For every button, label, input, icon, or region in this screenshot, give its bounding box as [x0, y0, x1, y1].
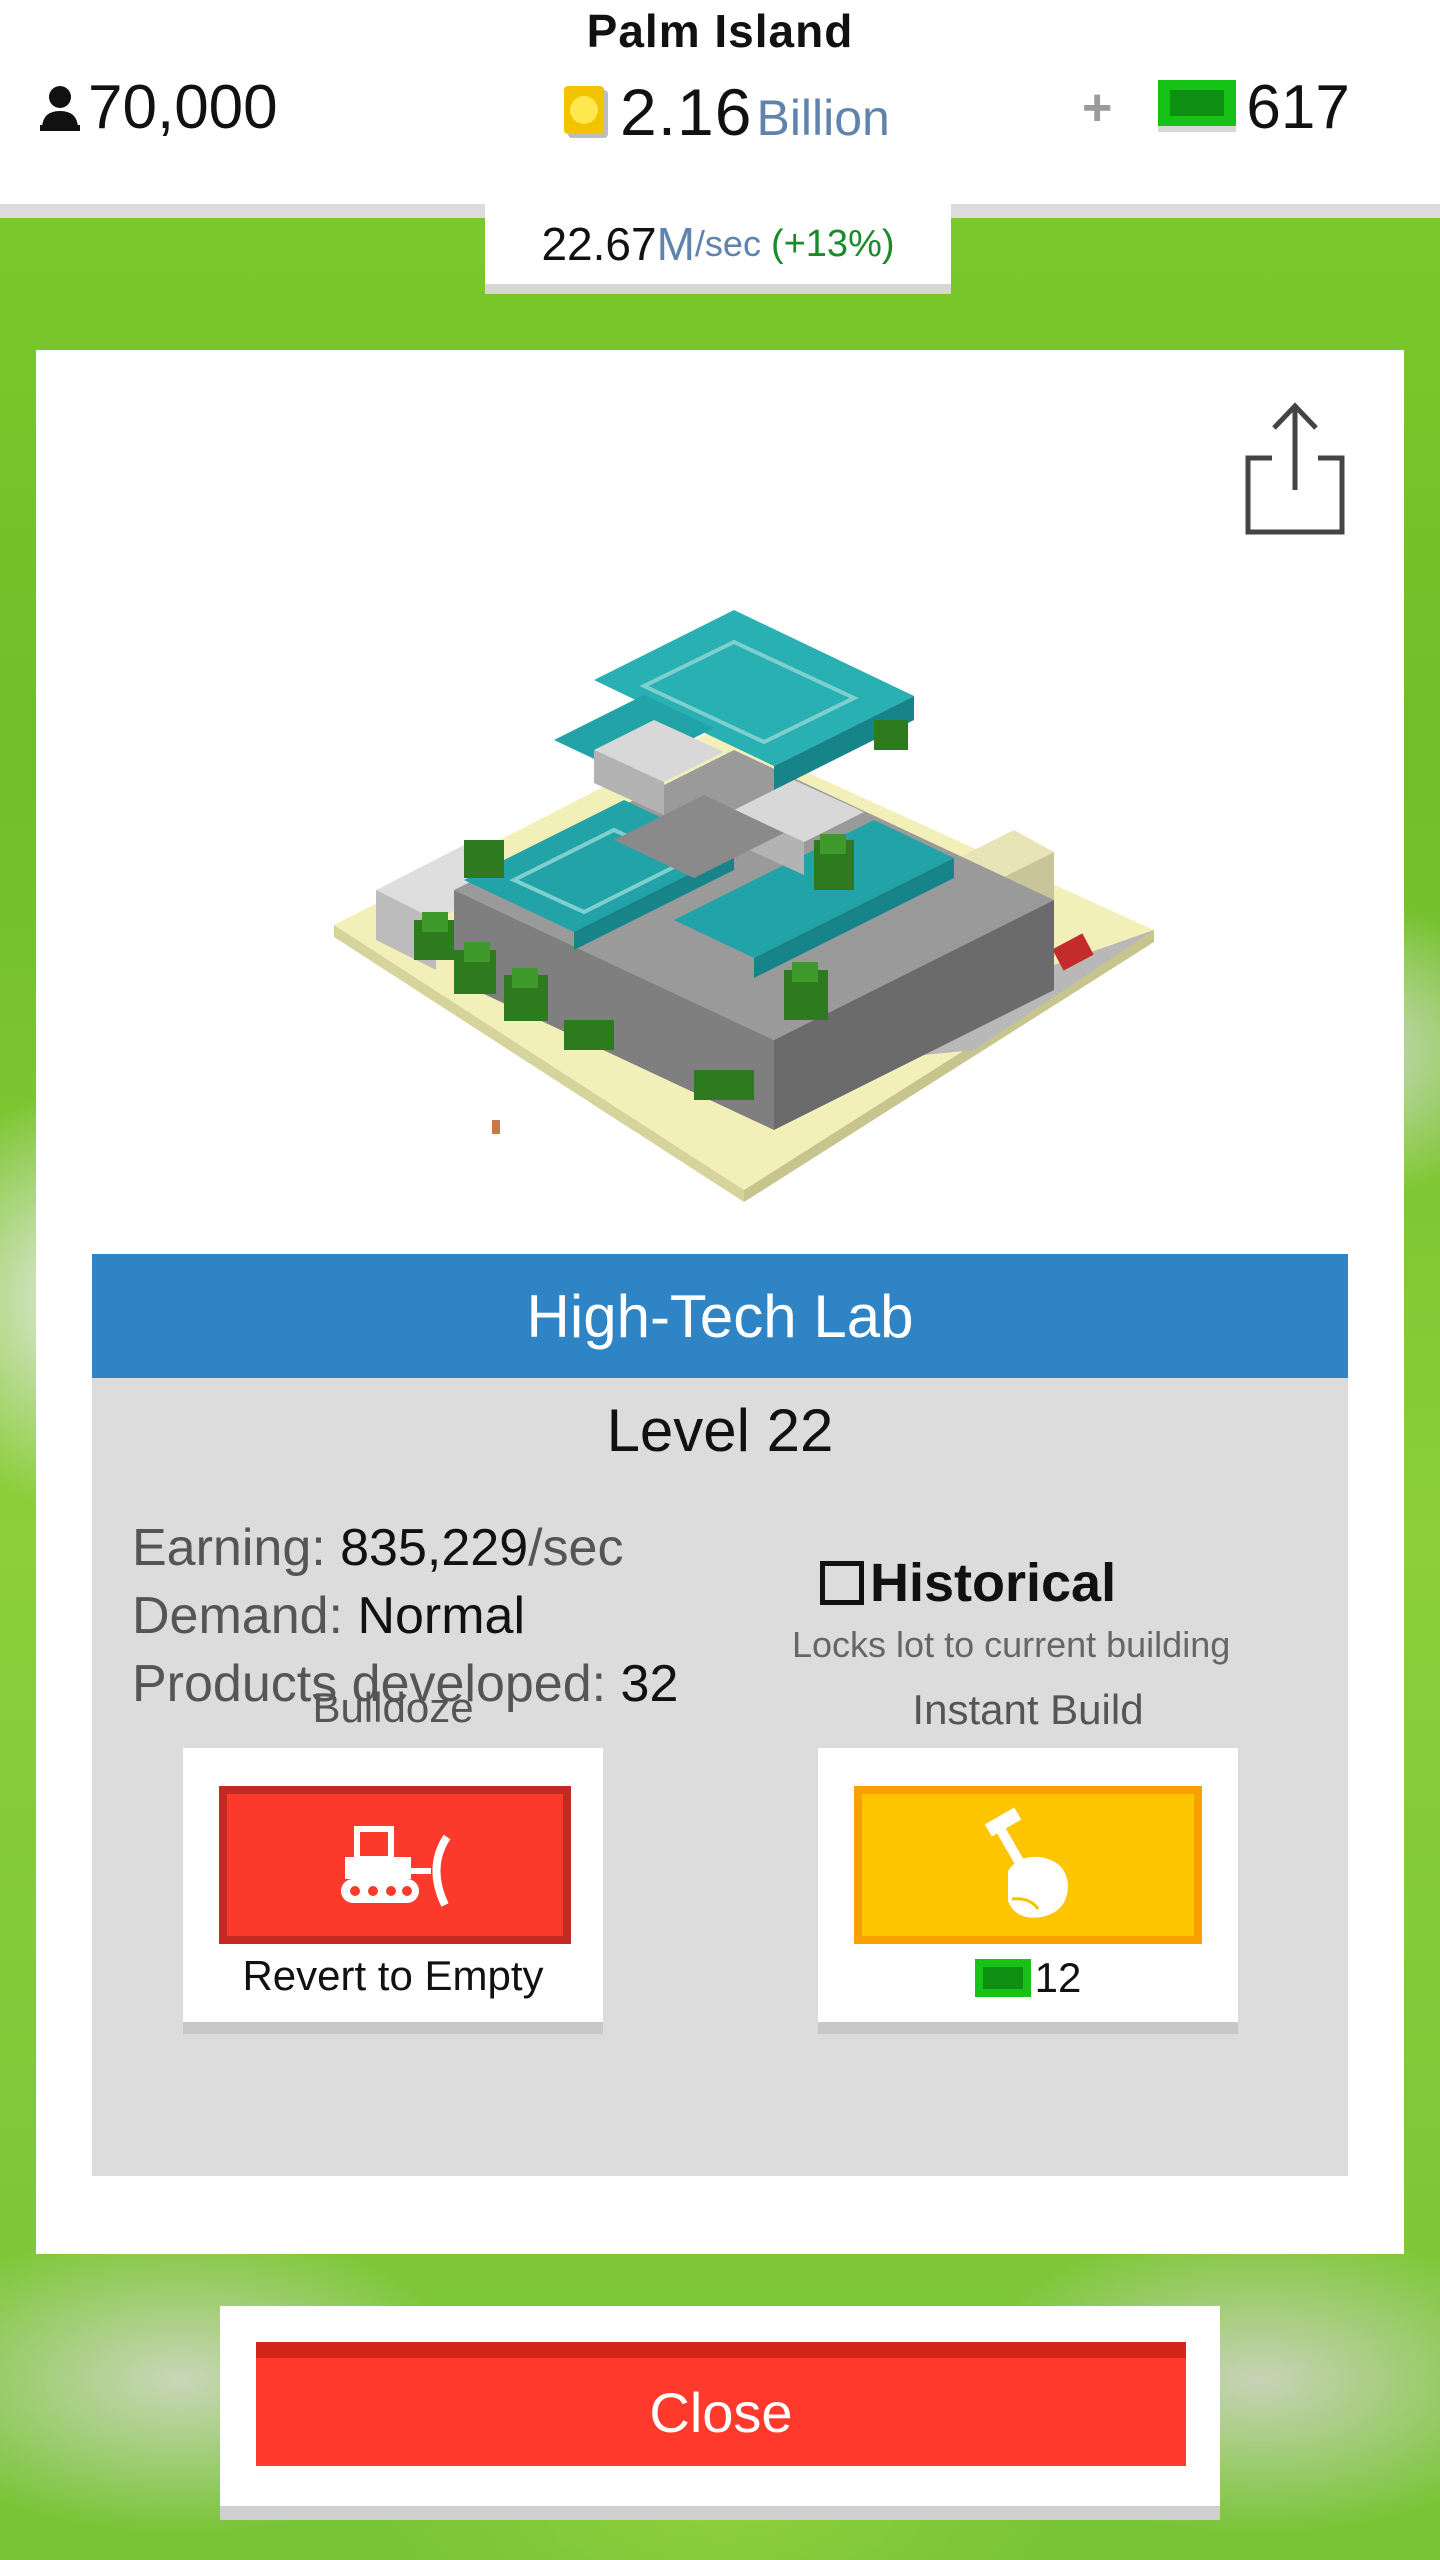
hammer-hand-icon [984, 1807, 1068, 1918]
top-status-bar: Palm Island 70,000 2.16 Billion + 617 [0, 0, 1440, 218]
share-icon[interactable] [1242, 398, 1348, 538]
green-bill-icon [974, 1959, 1031, 1997]
demand-value: Normal [357, 1587, 526, 1645]
earning-suffix: /sec [528, 1519, 624, 1577]
instant-build-cost-value: 12 [1034, 1954, 1082, 2001]
money-unit: Billion [756, 90, 890, 146]
population-value: 70,000 [88, 73, 278, 142]
income-rate-unit: M [656, 218, 695, 270]
earning-value: 835,229 [340, 1519, 529, 1577]
money-value: 2.16 [620, 75, 753, 149]
earning-label: Earning: [132, 1519, 341, 1577]
building-level: Level 22 [606, 1397, 834, 1464]
income-rate-per: /sec [694, 223, 761, 264]
demand-label: Demand: [132, 1587, 358, 1645]
premium-currency-value: 617 [1246, 73, 1350, 142]
bulldozer-icon [341, 1826, 451, 1907]
building-details-card: High-Tech Lab Level 22 Earning: 835,229/… [36, 350, 1404, 2254]
building-name: High-Tech Lab [92, 1254, 1348, 1378]
instant-build-button[interactable] [854, 1786, 1202, 1944]
historical-option: Historical Locks lot to current building [792, 1552, 1232, 1666]
instant-build-title: Instant Build [912, 1686, 1144, 1733]
bulldoze-title: Bulldoze [312, 1684, 474, 1731]
population-counter: 70,000 [38, 72, 278, 143]
city-name: Palm Island [586, 5, 854, 57]
income-rate-value: 22.67 [541, 218, 657, 270]
building-illustration [334, 610, 1154, 1202]
historical-toggle[interactable]: Historical [820, 1552, 1232, 1614]
buy-currency-plus-button[interactable]: + [1082, 78, 1112, 138]
premium-currency: + 617 [1082, 72, 1350, 143]
bulldoze-panel: Revert to Empty [183, 1748, 603, 2034]
building-info-panel: High-Tech Lab Level 22 Earning: 835,229/… [92, 1254, 1348, 2176]
historical-description: Locks lot to current building [792, 1624, 1231, 1665]
historical-checkbox[interactable] [820, 1561, 864, 1605]
income-rate-bonus: (+13%) [770, 222, 895, 265]
earning-row: Earning: 835,229/sec [132, 1514, 678, 1582]
bulldoze-button[interactable] [219, 1786, 571, 1944]
instant-build-cost: 12 [818, 1954, 1238, 2002]
instant-build-panel: 12 [818, 1748, 1238, 2034]
green-bill-icon [1158, 79, 1237, 132]
coin-icon [564, 86, 608, 138]
bulldoze-caption: Revert to Empty [242, 1952, 544, 1999]
close-button-container: Close [220, 2306, 1220, 2520]
demand-row: Demand: Normal [132, 1582, 678, 1650]
money-counter: 2.16 Billion [560, 74, 890, 150]
person-icon [40, 85, 80, 131]
income-rate-tab: 22.67 M /sec (+13%) [485, 204, 951, 294]
products-value: 32 [620, 1655, 679, 1713]
historical-label: Historical [870, 1553, 1117, 1613]
close-button[interactable]: Close [256, 2342, 1186, 2466]
